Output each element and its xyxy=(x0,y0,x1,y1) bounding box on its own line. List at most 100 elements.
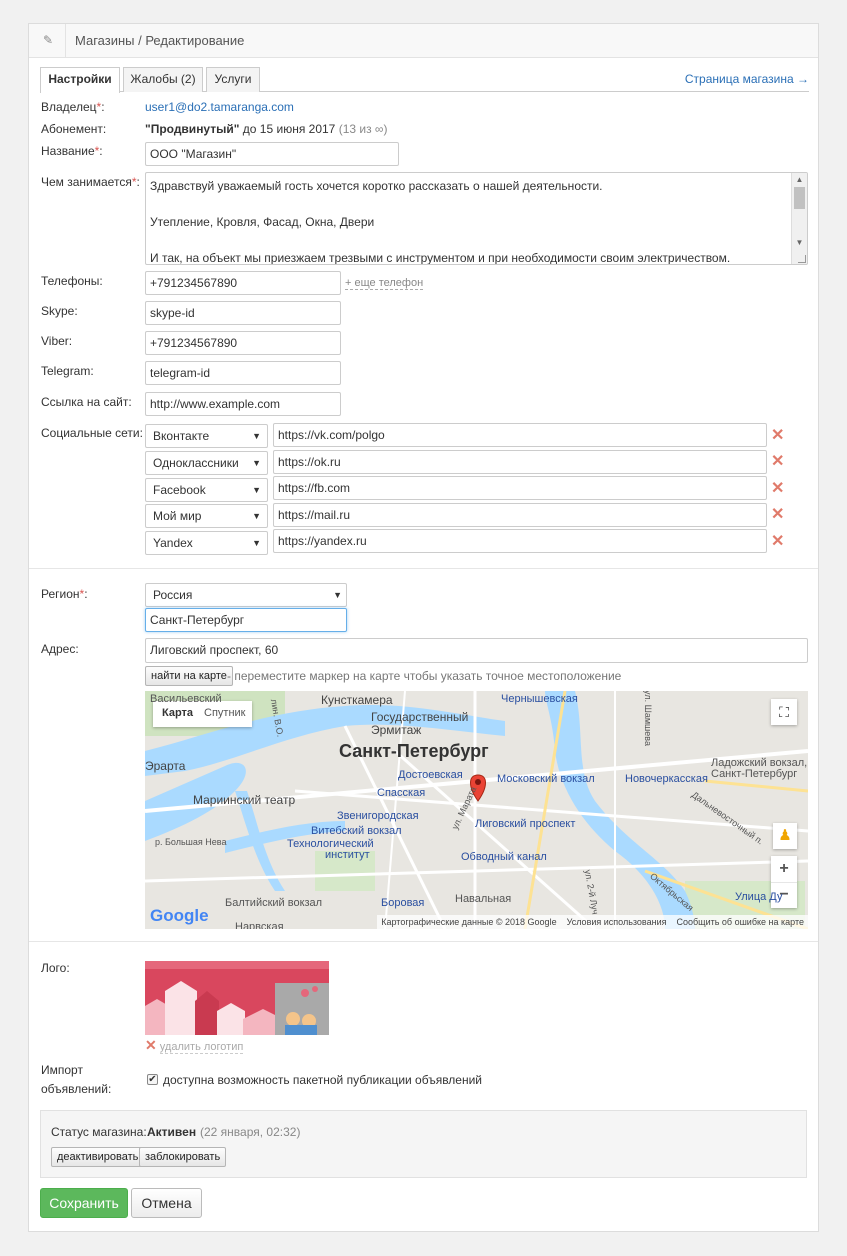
viber-input[interactable]: +791234567890 xyxy=(145,331,341,355)
edit-panel: ✎ Магазины / Редактирование Настройки Жа… xyxy=(28,23,819,1232)
map-copyright: Картографические данные © 2018 Google xyxy=(381,917,557,927)
delete-icon[interactable]: ✕ xyxy=(771,481,784,497)
owner-link[interactable]: user1@do2.tamaranga.com xyxy=(145,100,294,114)
address-input[interactable]: Лиговский проспект, 60 xyxy=(145,638,808,663)
social-url-input[interactable]: https://fb.com xyxy=(273,476,767,500)
delete-icon[interactable]: ✕ xyxy=(771,507,784,523)
name-input[interactable]: ООО "Магазин" xyxy=(145,142,399,166)
import-label-2: объявлений: xyxy=(41,1082,112,1096)
description-textarea[interactable]: Здравствуй уважаемый гость хочется корот… xyxy=(145,172,808,265)
map-label: Лиговский проспект xyxy=(475,818,576,830)
scroll-up-icon[interactable]: ▲ xyxy=(792,173,807,187)
scroll-thumb[interactable] xyxy=(794,187,805,209)
map-label: Улица Ду xyxy=(735,891,783,903)
map-label: Балтийский вокзал xyxy=(225,897,323,909)
description-line xyxy=(150,195,803,213)
tab-complaints[interactable]: Жалобы (2) xyxy=(123,67,203,92)
social-network-select[interactable]: Вконтакте ▼ xyxy=(145,424,268,448)
social-network-select[interactable]: Facebook ▼ xyxy=(145,478,268,502)
map-city-label: Санкт-Петербург xyxy=(339,741,489,761)
tab-bar: Настройки Жалобы (2) Услуги Страница маг… xyxy=(40,67,809,93)
find-on-map-button[interactable]: найти на карте xyxy=(145,666,233,686)
save-button[interactable]: Сохранить xyxy=(40,1188,128,1218)
description-line: Утепление, Кровля, Фасад, Окна, Двери xyxy=(150,215,375,229)
map-label: Васильевский xyxy=(150,693,222,705)
delete-icon[interactable]: ✕ xyxy=(771,428,784,444)
remove-logo-link[interactable]: ✕ удалить логотип xyxy=(145,1037,244,1054)
map-label: Боровая xyxy=(381,897,425,909)
chevron-down-icon: ▼ xyxy=(252,538,261,548)
social-url-input[interactable]: https://yandex.ru xyxy=(273,529,767,553)
panel-header: ✎ Магазины / Редактирование xyxy=(29,24,818,58)
delete-icon: ✕ xyxy=(145,1037,157,1053)
description-line xyxy=(150,231,803,249)
delete-icon[interactable]: ✕ xyxy=(771,534,784,550)
map-label: Санкт-Петербург xyxy=(711,768,798,780)
description-line: Здравствуй уважаемый гость хочется корот… xyxy=(150,179,603,193)
social-network-select[interactable]: Yandex ▼ xyxy=(145,531,268,555)
map-type-satellite-button[interactable]: Спутник xyxy=(204,707,245,719)
textarea-scrollbar[interactable]: ▲ ▼ xyxy=(791,173,807,264)
subscription-label: Абонемент: xyxy=(41,122,107,136)
skype-label: Skype: xyxy=(41,304,78,318)
owner-label: Владелец*: xyxy=(41,100,105,114)
page-title: Магазины / Редактирование xyxy=(75,33,245,48)
resize-handle-icon[interactable] xyxy=(798,255,806,263)
address-label: Адрес: xyxy=(41,642,79,656)
subscription-value: "Продвинутый" до 15 июня 2017 (13 из ∞) xyxy=(145,122,387,136)
telegram-input[interactable]: telegram-id xyxy=(145,361,341,385)
map-label: Витебский вокзал xyxy=(311,825,402,837)
map-hint: - переместите маркер на карте чтобы указ… xyxy=(227,669,622,683)
cancel-button[interactable]: Отмена xyxy=(131,1188,202,1218)
social-url-input[interactable]: https://mail.ru xyxy=(273,503,767,527)
map-label: ул. Шамшева xyxy=(642,691,653,746)
map-label: Достоевская xyxy=(398,769,463,781)
telegram-label: Telegram: xyxy=(41,364,94,378)
zoom-in-icon[interactable]: + xyxy=(771,856,797,882)
batch-publish-checkbox[interactable]: ✔ xyxy=(147,1074,158,1085)
social-url-input[interactable]: https://ok.ru xyxy=(273,450,767,474)
social-url-input[interactable]: https://vk.com/polgo xyxy=(273,423,767,447)
map-footer: Картографические данные © 2018 Google Ус… xyxy=(377,915,808,929)
subscription-count: (13 из ∞) xyxy=(338,122,388,136)
section-divider xyxy=(29,568,818,569)
status-label: Статус магазина: xyxy=(51,1125,147,1139)
map-label: Мариинский театр xyxy=(193,793,296,807)
add-phone-link[interactable]: + еще телефон xyxy=(345,277,424,290)
edit-icon: ✎ xyxy=(43,33,54,47)
tab-settings[interactable]: Настройки xyxy=(40,67,120,93)
store-logo-image xyxy=(145,961,329,1035)
store-page-link[interactable]: Страница магазина → xyxy=(685,72,809,86)
tab-services[interactable]: Услуги xyxy=(206,67,260,92)
viber-label: Viber: xyxy=(41,334,73,348)
city-input[interactable]: Санкт-Петербург xyxy=(145,608,347,632)
chevron-down-icon: ▼ xyxy=(252,431,261,441)
map-label: Эрарта xyxy=(145,759,186,773)
map-label: Государственный xyxy=(371,710,469,724)
map-label: Навальная xyxy=(455,893,512,905)
social-network-select[interactable]: Мой мир ▼ xyxy=(145,504,268,528)
description-label: Чем занимается*: xyxy=(41,175,140,189)
batch-publish-label: доступна возможность пакетной публикации… xyxy=(163,1073,483,1087)
region-label: Регион*: xyxy=(41,587,88,601)
phone-input[interactable]: +791234567890 xyxy=(145,271,341,295)
map-label: Обводный канал xyxy=(461,851,547,863)
block-button[interactable]: заблокировать xyxy=(139,1147,227,1167)
website-input[interactable]: http://www.example.com xyxy=(145,392,341,416)
map-type-map-button[interactable]: Карта xyxy=(162,707,193,719)
deactivate-button[interactable]: деактивировать xyxy=(51,1147,145,1167)
subscription-plan: "Продвинутый" xyxy=(145,122,240,136)
fullscreen-icon[interactable]: ⛶ xyxy=(771,699,797,725)
map-terms-link[interactable]: Условия использования xyxy=(567,917,667,927)
map[interactable]: Карта Спутник ⛶ ♟ + − Васильевский лин. … xyxy=(145,691,808,929)
country-select[interactable]: Россия ▼ xyxy=(145,583,347,607)
map-label: Новочеркасская xyxy=(625,773,708,785)
pegman-icon[interactable]: ♟ xyxy=(773,823,797,849)
map-report-link[interactable]: Сообщить об ошибке на карте xyxy=(677,917,804,927)
scroll-down-icon[interactable]: ▼ xyxy=(792,236,807,250)
social-network-select[interactable]: Одноклассники ▼ xyxy=(145,451,268,475)
delete-icon[interactable]: ✕ xyxy=(771,454,784,470)
social-label: Социальные сети: xyxy=(41,426,143,440)
google-logo: Google xyxy=(150,906,209,925)
skype-input[interactable]: skype-id xyxy=(145,301,341,325)
